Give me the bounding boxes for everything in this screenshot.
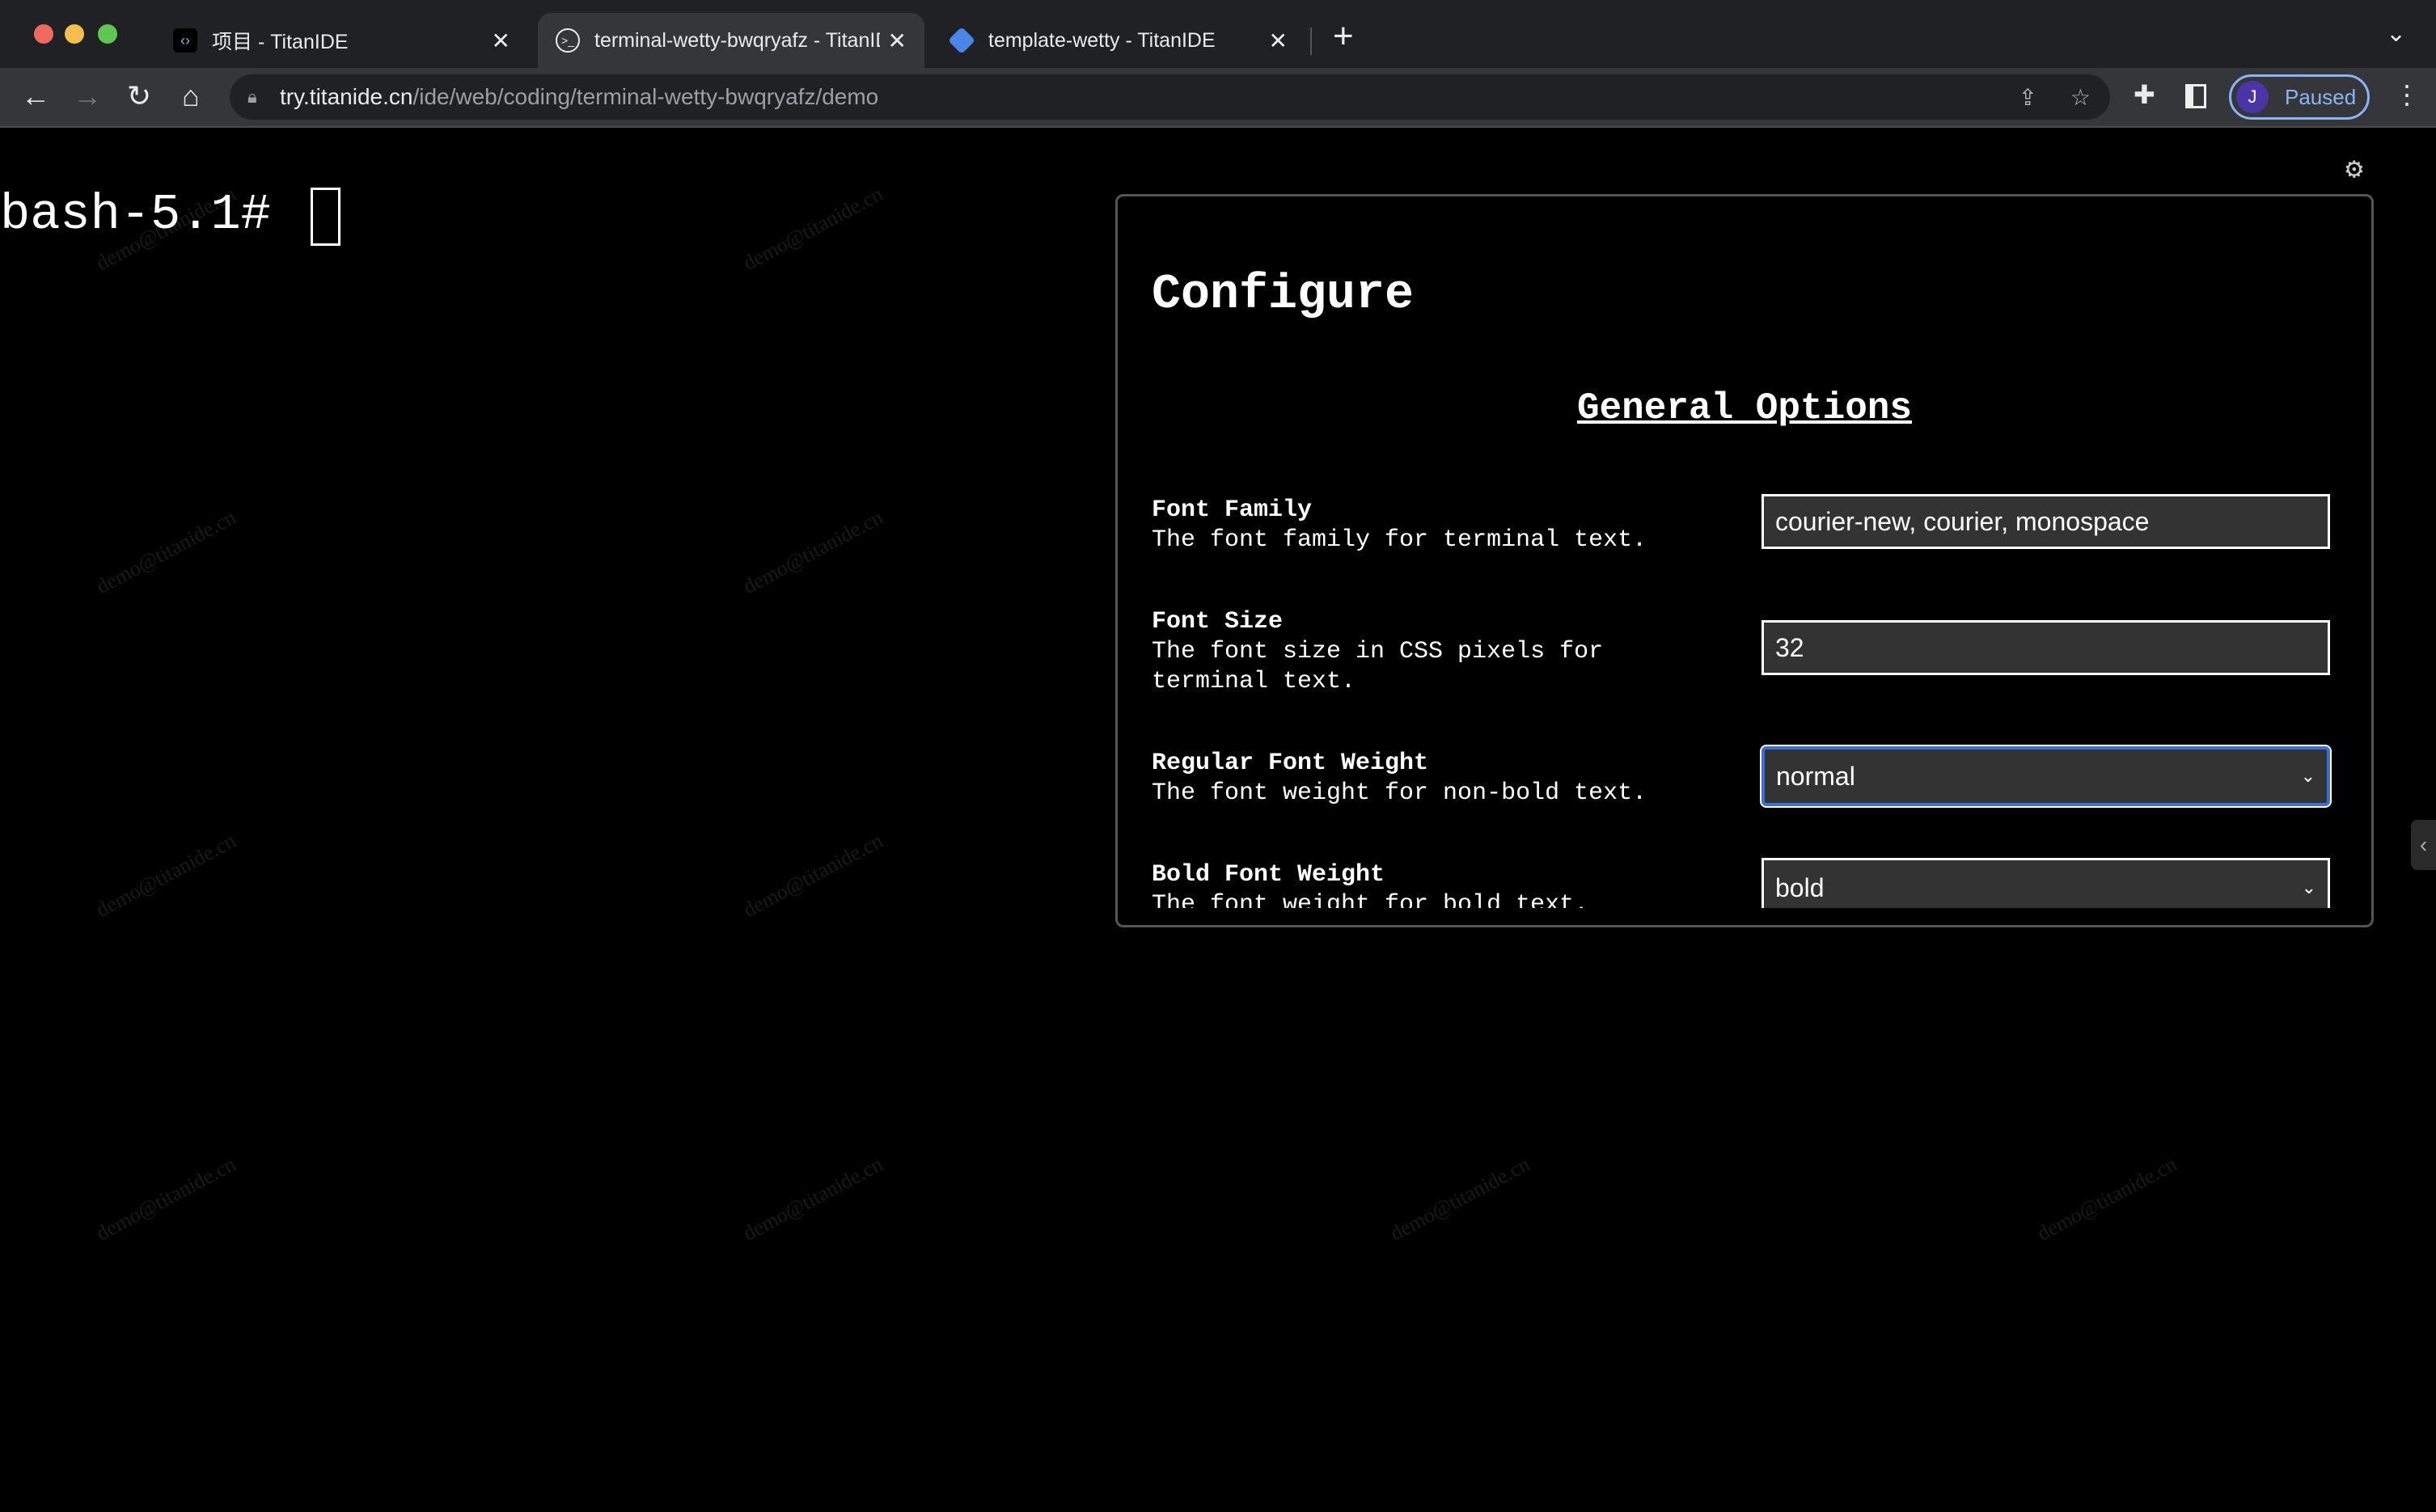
- watermark: demo@titanide.cn: [92, 828, 240, 923]
- watermark: demo@titanide.cn: [739, 181, 887, 276]
- browser-toolbar: ← → ↻ ⌂ 🔒︎ try.titanide.cn/ide/web/codin…: [0, 68, 2436, 128]
- terminal-icon: >_: [556, 28, 580, 53]
- share-icon[interactable]: ⇪: [2019, 84, 2037, 111]
- tab-title: terminal-wetty-bwqryafz - TitanIDE: [594, 28, 880, 52]
- option-desc: The font family for terminal text.: [1152, 526, 1647, 554]
- lock-icon: 🔒︎: [247, 87, 257, 107]
- close-window-button[interactable]: [34, 24, 53, 44]
- minimize-window-button[interactable]: [65, 24, 84, 44]
- tab-divider: [1310, 27, 1312, 55]
- tab-search-chevron-icon[interactable]: ⌄: [2386, 19, 2406, 48]
- menu-kebab-icon[interactable]: ⋮: [2394, 79, 2420, 110]
- watermark: demo@titanide.cn: [2033, 1151, 2181, 1246]
- url-host: try.titanide.cn: [280, 84, 413, 109]
- tab-title: 项目 - TitanIDE: [212, 31, 349, 53]
- input-value: 32: [1775, 632, 1804, 662]
- avatar: J: [2236, 81, 2269, 113]
- option-desc: The font weight for non-bold text.: [1152, 779, 1647, 807]
- dialog-title: Configure: [1152, 268, 1415, 323]
- option-bold-font-weight: Bold Font Weight The font weight for bol…: [1152, 860, 1718, 908]
- tab-terminal[interactable]: >_ terminal-wetty-bwqryafz - TitanIDE ✕: [538, 13, 924, 68]
- bold-font-weight-select[interactable]: bold ⌄: [1761, 858, 2330, 908]
- tab-bar: ‹› 项目 - TitanIDE ✕ >_ terminal-wetty-bwq…: [0, 0, 2436, 68]
- select-value: bold: [1775, 872, 1825, 902]
- option-label: Regular Font Weight: [1152, 750, 1429, 777]
- bookmark-star-icon[interactable]: ☆: [2070, 84, 2091, 111]
- extensions-puzzle-icon[interactable]: ✚: [2134, 79, 2155, 110]
- shell-prompt: bash-5.1#: [0, 186, 271, 243]
- forward-button[interactable]: →: [70, 79, 105, 113]
- terminal[interactable]: demo@titanide.cn demo@titanide.cn demo@t…: [0, 128, 2436, 1512]
- font-size-input[interactable]: 32: [1761, 620, 2330, 675]
- option-desc: The font size in CSS pixels for terminal…: [1152, 638, 1604, 695]
- maximize-window-button[interactable]: [98, 24, 117, 44]
- option-regular-font-weight: Regular Font Weight The font weight for …: [1152, 749, 1718, 809]
- side-panel-icon[interactable]: [2185, 84, 2206, 108]
- address-bar[interactable]: 🔒︎ try.titanide.cn/ide/web/coding/termin…: [230, 74, 2110, 120]
- option-label: Font Family: [1152, 496, 1313, 524]
- chevron-down-icon: ⌄: [2301, 877, 2316, 897]
- watermark: demo@titanide.cn: [92, 1151, 240, 1246]
- url-path: /ide/web/coding/terminal-wetty-bwqryafz/…: [412, 84, 879, 109]
- layers-icon: [948, 27, 975, 54]
- input-value: courier-new, courier, monospace: [1775, 506, 2150, 536]
- select-value: normal: [1776, 761, 1855, 791]
- watermark: demo@titanide.cn: [739, 1151, 887, 1246]
- settings-gears-icon[interactable]: ⚙: [2345, 152, 2363, 187]
- code-icon: ‹›: [173, 28, 197, 53]
- regular-font-weight-select[interactable]: normal ⌄: [1760, 745, 2332, 808]
- side-panel-toggle[interactable]: ‹: [2411, 820, 2436, 870]
- watermark: demo@titanide.cn: [1386, 1151, 1534, 1246]
- watermark: demo@titanide.cn: [739, 828, 887, 923]
- back-button[interactable]: ←: [18, 79, 53, 113]
- option-font-family: Font Family The font family for terminal…: [1152, 496, 1718, 555]
- chevron-left-icon: ‹: [2419, 832, 2428, 857]
- font-family-input[interactable]: courier-new, courier, monospace: [1761, 494, 2330, 549]
- tab-title: template-wetty - TitanIDE: [988, 28, 1216, 52]
- close-tab-icon[interactable]: ✕: [888, 27, 907, 54]
- option-desc: The font weight for bold text.: [1152, 891, 1589, 908]
- tab-project[interactable]: ‹› 项目 - TitanIDE ✕: [155, 13, 528, 68]
- home-button[interactable]: ⌂: [173, 79, 209, 113]
- new-tab-button[interactable]: +: [1333, 16, 1354, 57]
- option-font-size: Font Size The font size in CSS pixels fo…: [1152, 607, 1669, 697]
- option-label: Font Size: [1152, 608, 1284, 636]
- tab-template[interactable]: template-wetty - TitanIDE ✕: [932, 13, 1305, 68]
- terminal-cursor: [311, 188, 340, 246]
- chevron-down-icon: ⌄: [2300, 766, 2315, 786]
- profile-status: Paused: [2285, 84, 2357, 109]
- watermark: demo@titanide.cn: [739, 505, 887, 599]
- reload-button[interactable]: ↻: [121, 79, 157, 113]
- profile-button[interactable]: J Paused: [2229, 74, 2370, 120]
- watermark: demo@titanide.cn: [92, 505, 240, 599]
- section-title: General Options: [1576, 387, 1913, 429]
- close-tab-icon[interactable]: ✕: [492, 27, 510, 54]
- configure-dialog: Configure General Options Font Family Th…: [1115, 194, 2374, 927]
- option-label: Bold Font Weight: [1152, 861, 1385, 889]
- close-tab-icon[interactable]: ✕: [1269, 27, 1288, 54]
